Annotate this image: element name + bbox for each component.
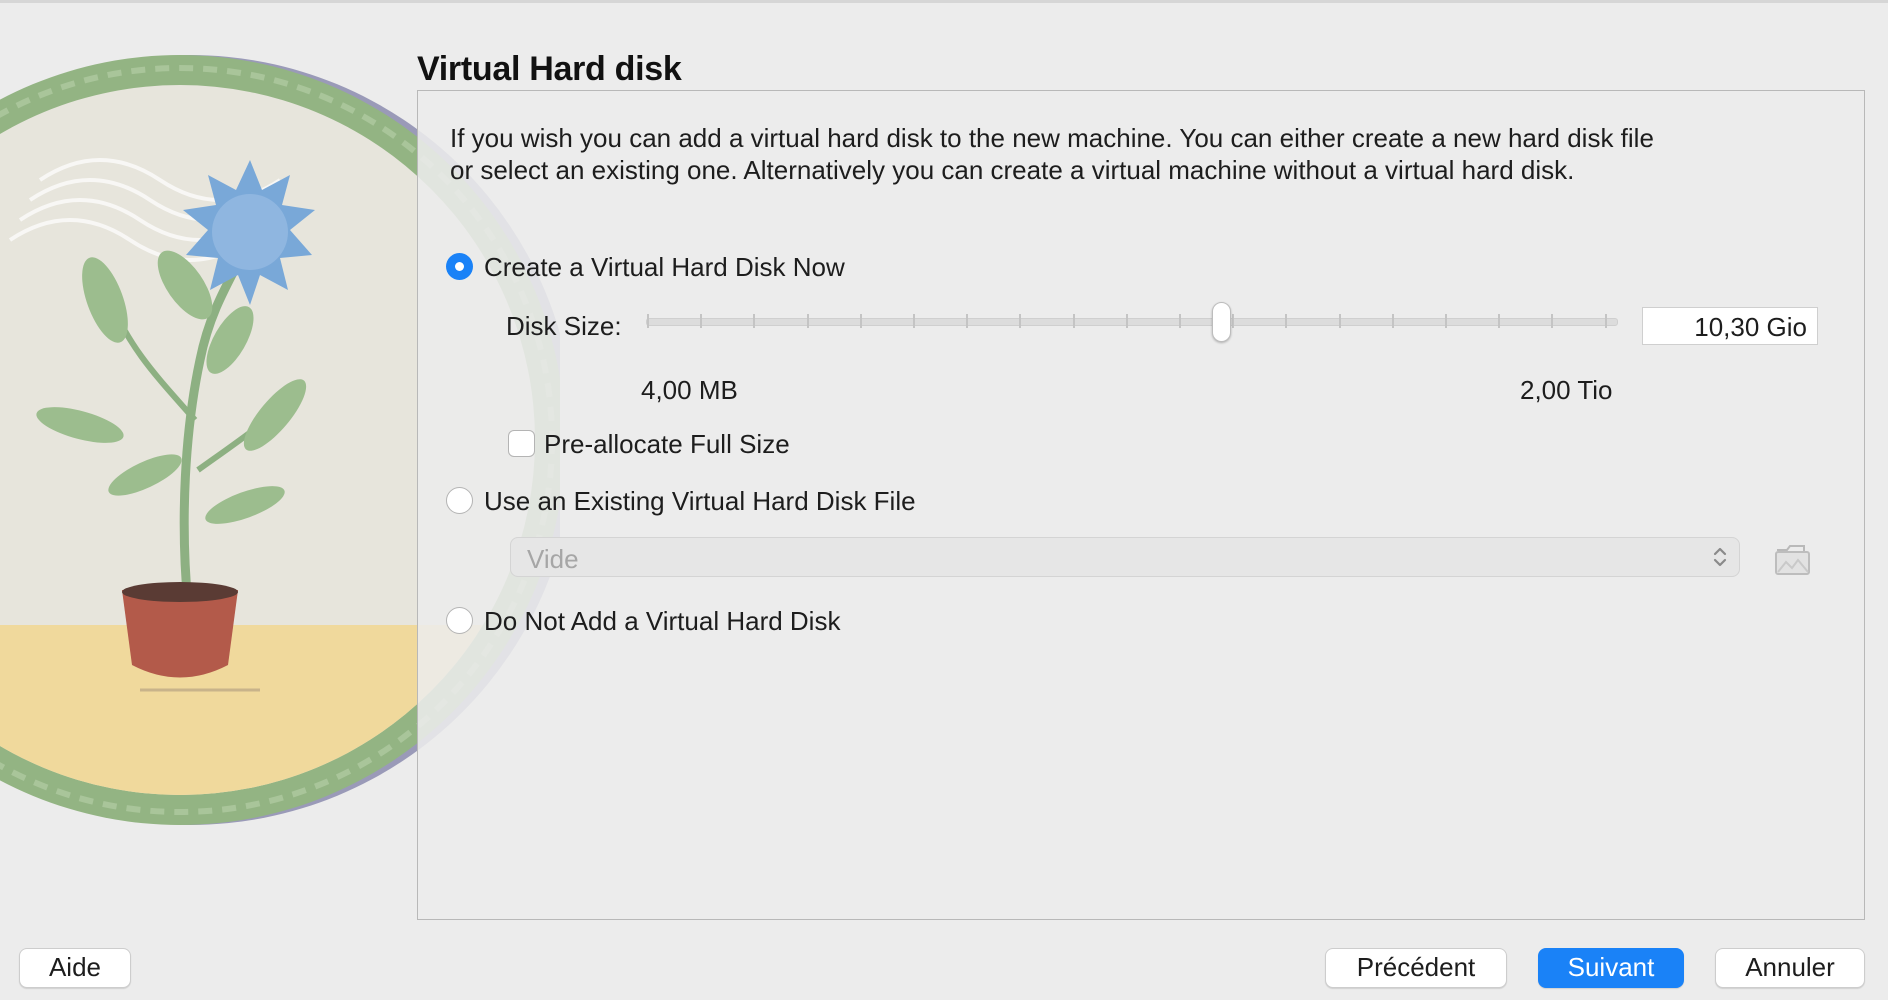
slider-tick bbox=[1338, 314, 1341, 328]
slider-tick bbox=[1179, 314, 1181, 328]
folder-open-icon[interactable] bbox=[1774, 542, 1812, 576]
disk-size-label: Disk Size: bbox=[506, 311, 622, 341]
help-button[interactable]: Aide bbox=[19, 948, 131, 988]
existing-disk-select[interactable]: Vide bbox=[510, 537, 1740, 577]
description-text: If you wish you can add a virtual hard d… bbox=[450, 123, 1654, 185]
slider-tick bbox=[1125, 314, 1128, 328]
window-top-border bbox=[0, 0, 1888, 3]
radio-do-not-add[interactable] bbox=[446, 607, 473, 634]
slider-tick bbox=[966, 314, 969, 328]
preallocate-checkbox[interactable] bbox=[508, 430, 535, 457]
existing-disk-select-value: Vide bbox=[527, 544, 579, 574]
disk-size-input[interactable]: 10,30 Gio bbox=[1642, 307, 1818, 345]
slider-tick bbox=[647, 314, 649, 328]
back-button[interactable]: Précédent bbox=[1325, 948, 1507, 988]
disk-size-max-label: 2,00 Tio bbox=[1520, 375, 1613, 405]
next-button[interactable]: Suivant bbox=[1538, 948, 1684, 988]
slider-tick bbox=[1391, 314, 1394, 328]
slider-tick bbox=[753, 314, 756, 328]
slider-tick bbox=[1498, 314, 1501, 328]
slider-tick bbox=[806, 314, 809, 328]
disk-size-min-label: 4,00 MB bbox=[641, 375, 738, 405]
slider-tick bbox=[1232, 314, 1235, 328]
slider-tick bbox=[1551, 314, 1554, 328]
slider-tick bbox=[1445, 314, 1447, 328]
slider-tick bbox=[700, 314, 703, 328]
radio-create-disk-now-label[interactable]: Create a Virtual Hard Disk Now bbox=[484, 252, 845, 283]
disk-size-slider[interactable] bbox=[646, 318, 1618, 326]
select-arrows-icon bbox=[1713, 547, 1727, 567]
radio-create-disk-now[interactable] bbox=[446, 253, 473, 280]
cancel-button[interactable]: Annuler bbox=[1715, 948, 1865, 988]
radio-use-existing[interactable] bbox=[446, 487, 473, 514]
radio-use-existing-label[interactable]: Use an Existing Virtual Hard Disk File bbox=[484, 486, 916, 517]
disk-size-slider-thumb[interactable] bbox=[1212, 302, 1231, 342]
slider-tick bbox=[1019, 314, 1022, 328]
slider-tick bbox=[1072, 314, 1075, 328]
slider-tick bbox=[1604, 314, 1607, 328]
slider-tick bbox=[1285, 314, 1288, 328]
page-title: Virtual Hard disk bbox=[417, 50, 682, 88]
preallocate-label[interactable]: Pre-allocate Full Size bbox=[544, 429, 790, 460]
slider-tick bbox=[913, 314, 915, 328]
radio-do-not-add-label[interactable]: Do Not Add a Virtual Hard Disk bbox=[484, 606, 840, 637]
slider-tick bbox=[859, 314, 862, 328]
